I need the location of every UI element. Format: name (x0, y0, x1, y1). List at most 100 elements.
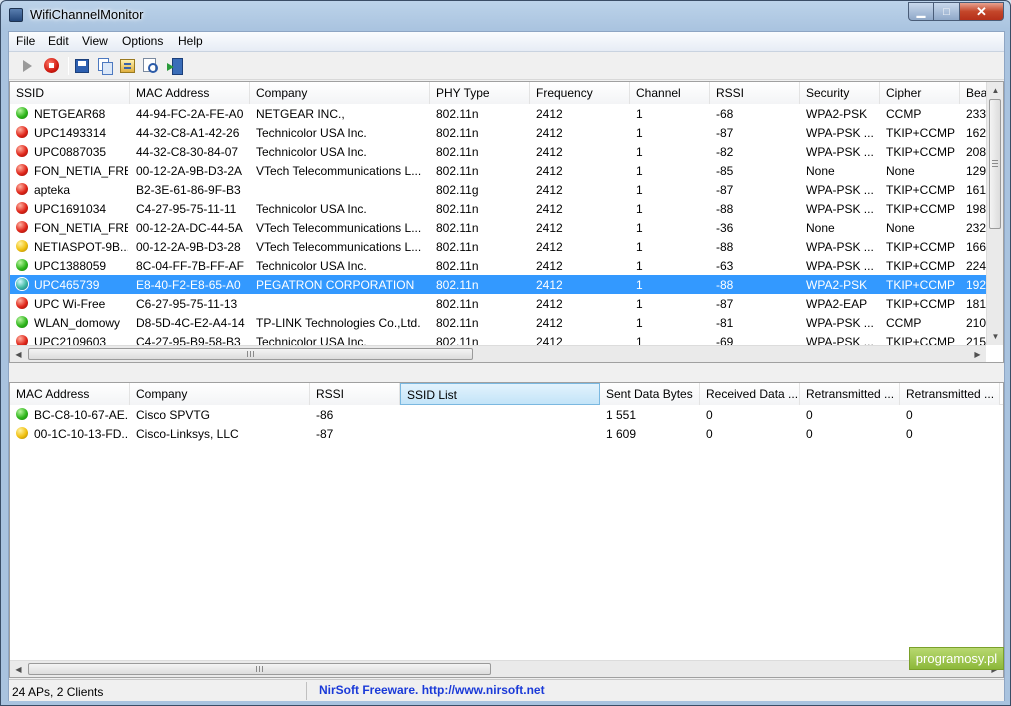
ap-table-row[interactable]: FON_NETIA_FRE... 00-12-2A-DC-44-5A VTech T… (10, 218, 986, 237)
ap-cell: -85 (716, 164, 734, 178)
ap-cell: 802.11n (436, 202, 479, 216)
menu-view[interactable]: View (82, 34, 108, 48)
ap-column-header[interactable]: SSID (10, 82, 130, 104)
ap-vertical-scrollbar[interactable]: ▲ ▼ (986, 82, 1003, 345)
exit-icon[interactable] (166, 57, 183, 75)
menu-edit[interactable]: Edit (48, 34, 69, 48)
ap-table-row[interactable]: UPC1388059 8C-04-FF-7B-FF-AF Technicolor U… (10, 256, 986, 275)
menu-options[interactable]: Options (122, 34, 163, 48)
ap-cell: 802.11n (436, 259, 479, 273)
ap-cell: 44-32-C8-A1-42-26 (136, 126, 240, 140)
ap-table-row[interactable]: UPC1691034 C4-27-95-75-11-11 Technicolor U… (10, 199, 986, 218)
status-red-icon (16, 221, 28, 233)
client-column-header[interactable]: Received Data ... (700, 383, 800, 405)
client-column-header[interactable]: SSID List (400, 383, 600, 405)
ap-cell: 2412 (536, 145, 563, 159)
client-table-row[interactable]: BC-C8-10-67-AE... Cisco SPVTG -86 1 551 0 0 0 (10, 405, 1003, 424)
scroll-right-arrow[interactable]: ▶ (969, 346, 986, 362)
ap-cell: -82 (716, 145, 734, 159)
client-table-row[interactable]: 00-1C-10-13-FD... Cisco-Linksys, LLC -87 1 … (10, 424, 1003, 443)
client-column-header[interactable]: MAC Address (10, 383, 130, 405)
ap-cell: 2412 (536, 316, 563, 330)
ap-cell: WPA-PSK ... (806, 240, 874, 254)
copy-icon[interactable] (96, 57, 113, 75)
ap-cell: apteka (34, 183, 71, 197)
properties-icon[interactable] (119, 57, 136, 74)
ap-cell: C4-27-95-75-11-11 (136, 202, 237, 216)
ap-cell: C6-27-95-75-11-13 (136, 297, 238, 311)
ap-cell: TKIP+CCMP (886, 183, 956, 197)
ap-table-row[interactable]: UPC465739 E8-40-F2-E8-65-A0 PEGATRON CORPO… (10, 275, 986, 294)
ap-column-header[interactable]: Cipher (880, 82, 960, 104)
ap-table-row[interactable]: apteka B2-3E-61-86-9F-B3 802.11g 2412 1 -87 WP… (10, 180, 986, 199)
ap-vertical-scroll-thumb[interactable] (989, 99, 1001, 229)
ap-table-row[interactable]: WLAN_domowy D8-5D-4C-E2-A4-14 TP-LINK Tech… (10, 313, 986, 332)
ap-cell: Technicolor USA Inc. (256, 126, 367, 140)
client-column-header[interactable]: RSSI (310, 383, 400, 405)
status-red-icon (16, 183, 28, 195)
access-points-list[interactable]: SSID MAC Address Company PHY Type Frequency C… (9, 81, 1004, 363)
nirsoft-link[interactable]: NirSoft Freeware. http://www.nirsoft.net (319, 683, 545, 697)
ap-column-header[interactable]: Channel (630, 82, 710, 104)
ap-cell: 802.11n (436, 240, 479, 254)
client-cell: -87 (316, 427, 334, 441)
close-button[interactable]: ✕ (960, 2, 1004, 21)
client-column-header[interactable]: Retransmitted ... (900, 383, 1000, 405)
ap-cell: TKIP+CCMP (886, 278, 956, 292)
ap-cell: None (886, 164, 915, 178)
ap-horizontal-scroll-thumb[interactable] (28, 348, 473, 360)
ap-column-header[interactable]: Company (250, 82, 430, 104)
ap-column-header[interactable]: Frequency (530, 82, 630, 104)
ap-cell: 1 (636, 183, 643, 197)
stop-icon[interactable] (43, 57, 60, 74)
ap-column-header[interactable]: MAC Address (130, 82, 250, 104)
ap-cell: None (806, 164, 835, 178)
client-horizontal-scrollbar[interactable]: ◀ ▶ (10, 660, 1003, 677)
ap-table-row[interactable]: NETIASPOT-9B... 00-12-2A-9B-D3-28 VTech Te… (10, 237, 986, 256)
ap-table-row[interactable]: FON_NETIA_FRE... 00-12-2A-9B-D3-2A VTech T… (10, 161, 986, 180)
ap-cell: 2412 (536, 259, 563, 273)
client-cell: Cisco-Linksys, LLC (136, 427, 239, 441)
scroll-up-arrow[interactable]: ▲ (987, 82, 1003, 99)
status-green-icon (16, 316, 28, 328)
scroll-left-arrow[interactable]: ◀ (10, 346, 27, 362)
status-red-icon (16, 164, 28, 176)
ap-cell: -88 (716, 202, 734, 216)
start-icon[interactable] (19, 57, 36, 74)
app-window: WifiChannelMonitor ▁ □ ✕ File Edit View … (0, 0, 1011, 706)
client-column-header[interactable]: Sent Data Bytes (600, 383, 700, 405)
ap-table-row[interactable]: UPC0887035 44-32-C8-30-84-07 Technicolor U… (10, 142, 986, 161)
ap-cell: UPC0887035 (34, 145, 107, 159)
ap-cell: 2412 (536, 297, 563, 311)
scroll-down-arrow[interactable]: ▼ (987, 328, 1003, 345)
ap-column-header[interactable]: PHY Type (430, 82, 530, 104)
ap-cell: VTech Telecommunications L... (256, 221, 422, 235)
ap-cell: FON_NETIA_FRE... (34, 221, 128, 235)
scroll-left-arrow[interactable]: ◀ (10, 661, 27, 677)
status-separator (306, 682, 307, 700)
maximize-button[interactable]: □ (934, 2, 960, 21)
ap-cell: NETGEAR INC., (256, 107, 345, 121)
ap-table-row[interactable]: UPC Wi-Free C6-27-95-75-11-13 802.11n 2412 1… (10, 294, 986, 313)
menu-file[interactable]: File (16, 34, 35, 48)
title-bar[interactable]: WifiChannelMonitor ▁ □ ✕ (1, 1, 1010, 31)
ap-column-header[interactable]: RSSI (710, 82, 800, 104)
ap-horizontal-scrollbar[interactable]: ◀ ▶ (10, 345, 986, 362)
client-horizontal-scroll-thumb[interactable] (28, 663, 491, 675)
menu-help[interactable]: Help (178, 34, 203, 48)
ap-column-header[interactable]: Security (800, 82, 880, 104)
ap-cell: 1 (636, 202, 643, 216)
ap-cell: B2-3E-61-86-9F-B3 (136, 183, 241, 197)
ap-cell: WPA-PSK ... (806, 316, 874, 330)
save-icon[interactable] (73, 57, 90, 74)
ap-cell: UPC1388059 (34, 259, 107, 273)
clients-list[interactable]: MAC Address Company RSSI SSID List Sent Data… (9, 382, 1004, 678)
status-red-icon (16, 145, 28, 157)
client-column-header[interactable]: Company (130, 383, 310, 405)
ap-table-row[interactable]: UPC1493314 44-32-C8-A1-42-26 Technicolor U… (10, 123, 986, 142)
client-column-header[interactable]: Retransmitted ... (800, 383, 900, 405)
ap-table-row[interactable]: NETGEAR68 44-94-FC-2A-FE-A0 NETGEAR INC., 8… (10, 104, 986, 123)
minimize-button[interactable]: ▁ (908, 2, 934, 21)
status-green-icon (16, 408, 28, 420)
find-icon[interactable] (142, 57, 159, 74)
